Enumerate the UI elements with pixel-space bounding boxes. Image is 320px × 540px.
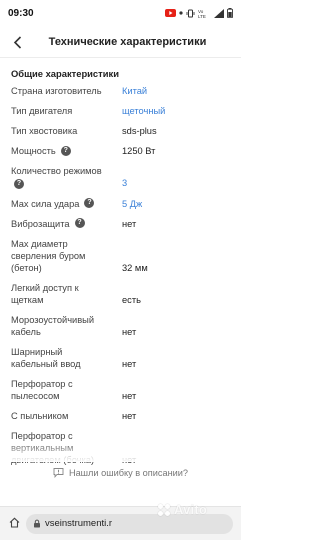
spec-label-with-help: Мощность?	[11, 145, 122, 157]
spec-value-link[interactable]: Китай	[122, 85, 147, 97]
report-error-link[interactable]: Нашли ошибку в описании?	[0, 467, 241, 478]
spec-row-impact: Max сила удара? 5 Дж	[11, 198, 230, 210]
signal-icon	[214, 8, 224, 18]
spec-value: нет	[122, 410, 137, 421]
help-icon[interactable]: ?	[60, 145, 71, 156]
spec-value-link[interactable]: 5 Дж	[122, 198, 142, 210]
spec-label: Тип хвостовика	[11, 126, 78, 136]
spec-value-link[interactable]: щеточный	[122, 105, 165, 117]
spec-row-vacuum: Перфоратор с пылесосом нет	[11, 378, 230, 402]
spec-value: нет	[122, 326, 137, 337]
spec-label-with-help: Виброзащита?	[11, 218, 122, 230]
spec-label: Перфоратор с пылесосом	[11, 378, 73, 401]
spec-label: Морозоустойчивый кабель	[11, 314, 95, 337]
spec-row-brush-access: Легкий доступ к щеткам есть	[11, 282, 230, 306]
spec-label: Тип двигателя	[11, 106, 73, 116]
status-bar: 09:30 Vo LTE	[0, 0, 241, 26]
report-label: Нашли ошибку в описании?	[68, 467, 189, 478]
lte-icon: VoLTE	[198, 9, 206, 18]
watermark-text: Avito	[174, 502, 208, 517]
battery-icon	[227, 8, 233, 18]
avito-logo-icon	[158, 503, 172, 516]
help-icon[interactable]: ?	[74, 218, 85, 229]
help-icon[interactable]: ?	[14, 178, 24, 189]
spec-row-motor: Тип двигателя щеточный	[11, 105, 230, 117]
spec-value-link[interactable]: 3	[122, 165, 127, 189]
spec-value: 1250 Вт	[122, 146, 156, 156]
help-icon[interactable]: ?	[84, 198, 95, 209]
spec-row-country: Страна изготовитель Китай	[11, 85, 230, 97]
spec-value: 32 мм	[122, 262, 148, 273]
spec-label: Количество режимов	[11, 166, 102, 176]
spec-label-with-help: Max сила удара?	[11, 198, 122, 210]
spec-label: Max диаметр сверления буром (бетон)	[11, 238, 86, 273]
spec-row-vibration: Виброзащита? нет	[11, 218, 230, 230]
spec-row-frost-cable: Морозоустойчивый кабель нет	[11, 314, 230, 338]
spec-row-power: Мощность? 1250 Вт	[11, 145, 230, 157]
spec-label: Виброзащита	[11, 218, 70, 229]
section-title: Общие характеристики	[11, 68, 119, 79]
spec-row-hinged-cable: Шарнирный кабельный ввод нет	[11, 346, 230, 370]
spec-value: нет	[122, 218, 137, 229]
status-icons: Vo LTE	[165, 8, 233, 18]
spec-label: Шарнирный кабельный ввод	[11, 346, 81, 369]
dot-icon	[179, 11, 183, 15]
lock-icon	[34, 519, 40, 528]
spec-value: есть	[122, 294, 141, 305]
youtube-icon	[165, 9, 176, 17]
spec-label-with-help: Количество режимов?	[11, 165, 122, 190]
scroll-fade	[0, 440, 241, 462]
spec-row-drill-diameter: Max диаметр сверления буром (бетон) 32 м…	[11, 238, 230, 274]
spec-label: Страна изготовитель	[11, 86, 102, 96]
svg-text:LTE: LTE	[198, 14, 206, 18]
status-time: 09:30	[8, 7, 34, 19]
specs-content: Общие характеристики Страна изготовитель…	[0, 58, 241, 466]
url-text: vseinstrumenti.r	[45, 518, 113, 529]
spec-label: Max сила удара	[11, 198, 80, 209]
page-title: Технические характеристики	[48, 35, 207, 48]
home-icon[interactable]	[8, 517, 20, 531]
back-button[interactable]	[9, 33, 25, 51]
page-header: Технические характеристики	[0, 26, 241, 58]
spec-value: нет	[122, 358, 137, 369]
spec-label: Легкий доступ к щеткам	[11, 282, 79, 305]
spec-value: sds-plus	[122, 126, 157, 136]
spec-row-modes: Количество режимов? 3	[11, 165, 230, 190]
chat-alert-icon	[53, 468, 64, 478]
spec-label: С пыльником	[11, 410, 69, 421]
spec-row-dust-boot: С пыльником нет	[11, 410, 230, 422]
vibrate-icon	[186, 9, 195, 17]
avito-watermark: Avito	[158, 502, 207, 517]
spec-row-shank: Тип хвостовика sds-plus	[11, 125, 230, 137]
spec-label: Мощность	[11, 146, 56, 156]
arrow-left-icon	[13, 35, 21, 49]
spec-value: нет	[122, 390, 137, 401]
